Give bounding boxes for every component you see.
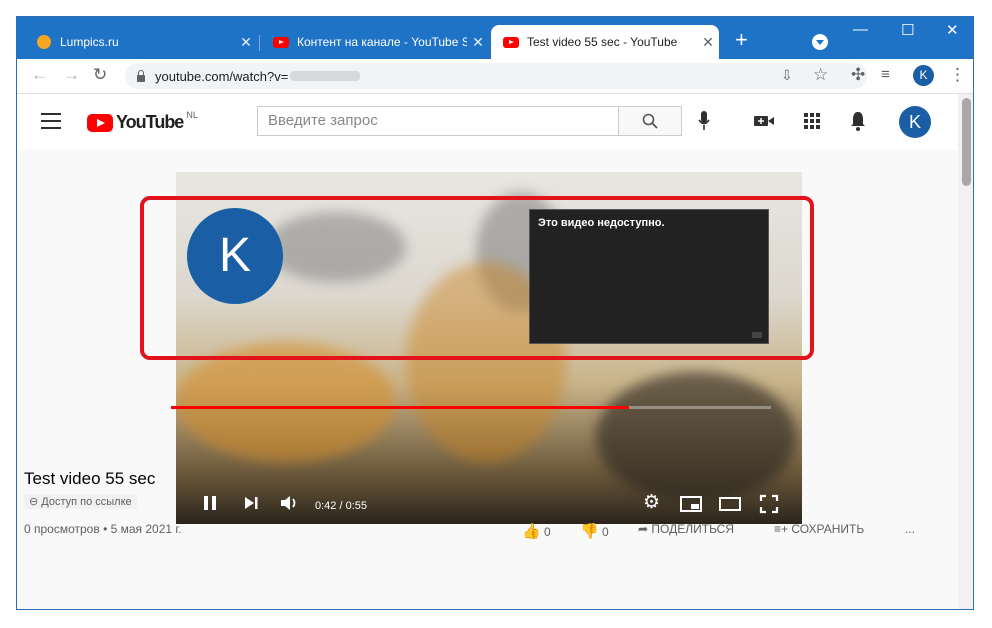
add-to-playlist-icon: ≡+ [774, 522, 789, 536]
tab-title: Контент на канале - YouTube S [297, 35, 467, 49]
extensions-icon[interactable]: ✣ [851, 65, 865, 85]
minimize-icon[interactable]: — [853, 21, 868, 38]
page-scrollbar[interactable] [958, 94, 973, 609]
like-count: 0 [544, 525, 551, 539]
tab-title: Test video 55 sec - YouTube [527, 35, 678, 49]
close-tab-icon[interactable]: ✕ [697, 34, 719, 51]
video-frame-ink [596, 372, 796, 502]
bookmark-star-icon[interactable]: ☆ [813, 65, 828, 85]
url-blurred-id [290, 71, 361, 81]
address-bar[interactable]: youtube.com/watch?v= [125, 63, 867, 89]
install-app-icon[interactable]: ⇩ [781, 65, 793, 85]
youtube-logo[interactable]: YouTube NL [87, 109, 198, 133]
tab-title: Lumpics.ru [60, 35, 119, 49]
miniplayer-icon[interactable] [679, 495, 703, 513]
youtube-play-icon [87, 113, 113, 132]
theater-mode-icon[interactable] [718, 496, 742, 512]
tab-separator [259, 35, 260, 51]
tab-test-video[interactable]: Test video 55 sec - YouTube ✕ [491, 25, 719, 59]
next-video-icon[interactable] [242, 495, 260, 511]
close-tab-icon[interactable]: ✕ [235, 34, 257, 51]
like-button[interactable]: 👍 0 [522, 522, 551, 540]
close-window-icon[interactable]: ✕ [946, 21, 959, 39]
share-button[interactable]: ➦ ПОДЕЛИТЬСЯ [638, 522, 734, 536]
tab-lumpics[interactable]: Lumpics.ru ✕ [25, 25, 257, 59]
share-label: ПОДЕЛИТЬСЯ [651, 522, 735, 536]
share-arrow-icon: ➦ [638, 522, 649, 536]
highlight-frame [140, 196, 814, 360]
browser-toolbar: ← → ↻ youtube.com/watch?v= ⇩ ☆ ✣ ≡ K ⋮ [17, 59, 973, 94]
reload-icon[interactable]: ↻ [93, 65, 107, 85]
settings-gear-icon[interactable]: ⚙ [643, 493, 660, 512]
account-avatar[interactable]: K [899, 106, 931, 138]
close-tab-icon[interactable]: ✕ [467, 34, 489, 51]
save-button[interactable]: ≡+ СОХРАНИТЬ [774, 522, 864, 536]
youtube-favicon-icon [503, 36, 519, 48]
tab-search-icon[interactable] [812, 34, 828, 50]
hamburger-menu-icon[interactable] [41, 113, 61, 129]
new-tab-icon[interactable]: + [735, 29, 748, 51]
lock-icon [137, 69, 145, 82]
thumbs-down-icon: 👎 [580, 523, 599, 540]
search-icon [642, 113, 658, 129]
visibility-badge: ⊖ Доступ по ссылке [24, 494, 137, 509]
scrollbar-thumb[interactable] [962, 98, 971, 186]
video-title: Test video 55 sec [24, 469, 156, 488]
url-text: youtube.com/watch?v= [155, 68, 289, 84]
search-input[interactable]: Введите запрос [257, 106, 619, 136]
dislike-count: 0 [602, 525, 609, 539]
pause-icon[interactable] [201, 494, 219, 512]
fullscreen-icon[interactable] [759, 494, 779, 514]
apps-grid-icon[interactable] [803, 110, 821, 132]
profile-avatar[interactable]: K [913, 65, 934, 86]
link-icon: ⊖ [29, 496, 42, 508]
youtube-wordmark: YouTube [116, 112, 184, 132]
forward-icon[interactable]: → [63, 65, 80, 85]
voice-search-icon[interactable] [697, 110, 711, 132]
menu-kebab-icon[interactable]: ⋮ [949, 65, 966, 85]
view-count-date: 0 просмотров • 5 мая 2021 г. [24, 522, 182, 536]
youtube-header: YouTube NL Введите запрос K [17, 94, 958, 150]
notifications-bell-icon[interactable] [849, 110, 867, 132]
more-actions-icon[interactable]: ... [905, 522, 915, 536]
video-frame-ink [176, 342, 396, 462]
back-icon[interactable]: ← [31, 65, 48, 85]
time-display: 0:42 / 0:55 [315, 500, 367, 512]
dislike-button[interactable]: 👎 0 [580, 522, 609, 540]
media-control-icon[interactable]: ≡ [881, 65, 890, 85]
tab-strip: Lumpics.ru ✕ Контент на канале - YouTube… [17, 17, 973, 59]
lumpics-favicon-icon [37, 35, 51, 49]
create-video-icon[interactable] [753, 110, 775, 132]
tab-content-channel[interactable]: Контент на канале - YouTube S ✕ [261, 25, 489, 59]
search-button[interactable] [618, 106, 682, 136]
visibility-label: Доступ по ссылке [41, 496, 132, 508]
volume-icon[interactable] [279, 494, 301, 512]
region-code: NL [186, 109, 198, 120]
youtube-favicon-icon [273, 36, 289, 48]
progress-fill [171, 406, 630, 409]
video-progress-bar[interactable] [171, 406, 771, 409]
maximize-icon[interactable]: ☐ [901, 21, 914, 39]
thumbs-up-icon: 👍 [522, 523, 541, 540]
save-label: СОХРАНИТЬ [791, 522, 865, 536]
